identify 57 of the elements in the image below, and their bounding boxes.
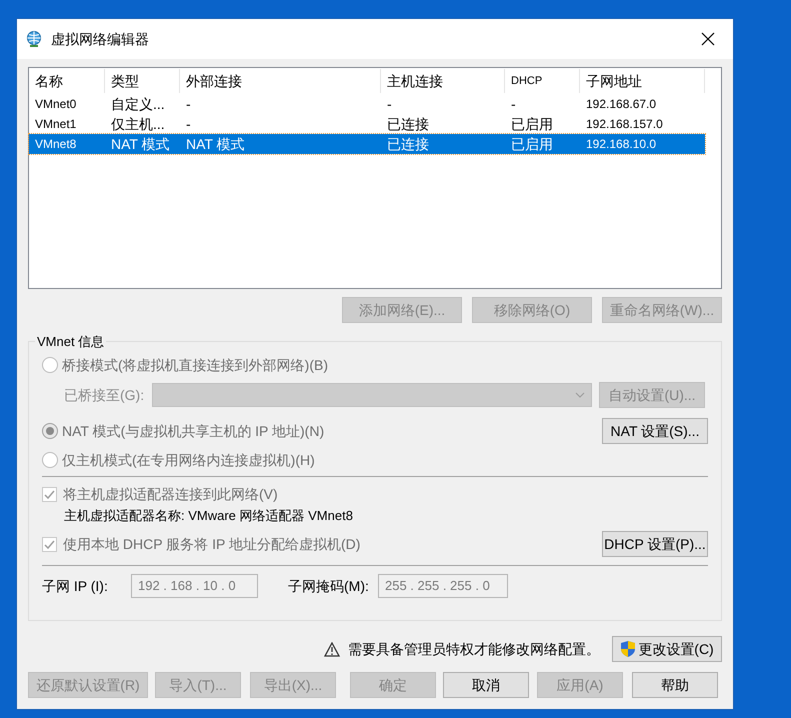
- table-row[interactable]: VMnet8 NAT 模式 NAT 模式 已连接 已启用 192.168.10.0: [29, 134, 705, 154]
- field-label: 子网 IP (I):: [42, 576, 109, 596]
- table-cell-text: -: [510, 94, 517, 114]
- ip-field[interactable]: 192 . 168 . 10 . 0: [131, 574, 258, 598]
- field-label: 已桥接至(G):: [63, 386, 146, 405]
- table-cell-text: 仅主机...: [110, 114, 166, 134]
- globe-icon: [25, 30, 43, 48]
- mask-field[interactable]: 255 . 255 . 255 . 0: [378, 574, 508, 598]
- adapter-name: 主机虚拟适配器名称: VMware 网络适配器 VMnet8: [63, 507, 354, 526]
- checkbox-label: 使用本地 DHCP 服务将 IP 地址分配给虚拟机(D): [63, 534, 360, 554]
- table-cell-text: -: [185, 114, 192, 134]
- table-cell-text: 已连接: [386, 134, 430, 154]
- radio-label: NAT 模式(与虚拟机共享主机的 IP 地址)(N): [62, 422, 324, 441]
- column-header[interactable]: 主机连接: [381, 69, 505, 93]
- warning-icon: [324, 642, 340, 656]
- table-cell-text: VMnet8: [34, 136, 78, 153]
- table-cell-text: 已连接: [386, 114, 430, 134]
- radio-button[interactable]: [42, 357, 58, 373]
- nat-settings-button[interactable]: NAT 设置(S)...: [602, 418, 708, 444]
- dialog-button[interactable]: 帮助: [632, 672, 718, 698]
- table-row[interactable]: VMnet1 仅主机... - 已连接 已启用 192.168.157.0: [29, 114, 705, 134]
- radio-button[interactable]: [42, 452, 58, 468]
- table-cell-text: NAT 模式: [185, 134, 246, 154]
- table-cell-text: 已启用: [510, 114, 554, 134]
- table-cell-text: NAT 模式: [110, 134, 171, 154]
- chevron-down-icon: [575, 392, 585, 398]
- checkbox[interactable]: [42, 536, 57, 552]
- check-icon: [44, 488, 55, 500]
- shield-icon: [620, 640, 636, 658]
- table-cell-text: -: [185, 94, 192, 114]
- column-header[interactable]: 名称: [29, 69, 105, 93]
- table-cell-text: 自定义...: [110, 94, 166, 114]
- field-label: 子网掩码(M):: [288, 576, 370, 596]
- column-header[interactable]: 类型: [105, 69, 180, 93]
- dialog-button[interactable]: 取消: [443, 672, 529, 698]
- column-header[interactable]: 子网地址: [580, 69, 705, 93]
- check-icon: [44, 538, 55, 550]
- checkbox-label: 将主机虚拟适配器连接到此网络(V): [63, 484, 278, 504]
- column-header[interactable]: DHCP: [505, 69, 580, 93]
- table-cell-text: 已启用: [510, 134, 554, 154]
- table-cell-text: -: [386, 94, 393, 114]
- table-cell-text: 192.168.67.0: [585, 96, 658, 113]
- table-cell-text: 192.168.10.0: [585, 136, 658, 153]
- table-cell-text: 192.168.157.0: [585, 116, 664, 133]
- change-settings-button[interactable]: 更改设置(C): [612, 636, 722, 662]
- window-title: 虚拟网络编辑器: [51, 30, 150, 48]
- table-cell-text: VMnet0: [34, 96, 78, 113]
- warning-message: 需要具备管理员特权才能修改网络配置。: [348, 640, 600, 658]
- table-row[interactable]: VMnet0 自定义... - - - 192.168.67.0: [29, 94, 705, 114]
- radio-label: 仅主机模式(在专用网络内连接虚拟机)(H): [62, 450, 315, 470]
- radio-label: 桥接模式(将虚拟机直接连接到外部网络)(B): [62, 356, 328, 375]
- checkbox[interactable]: [42, 486, 57, 502]
- column-header[interactable]: 外部连接: [180, 69, 381, 93]
- table-cell-text: VMnet1: [34, 116, 78, 133]
- close-icon[interactable]: [701, 32, 715, 46]
- dhcp-settings-button[interactable]: DHCP 设置(P)...: [602, 531, 708, 557]
- radio-button[interactable]: [42, 423, 58, 439]
